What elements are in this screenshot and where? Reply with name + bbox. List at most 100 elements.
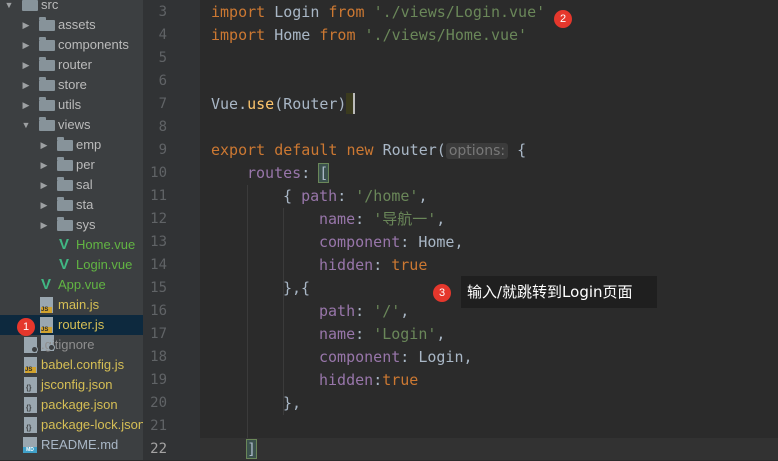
chevron-right-icon[interactable]: ▶	[20, 75, 32, 95]
chevron-right-icon[interactable]: ▶	[38, 135, 50, 155]
line-number: 17	[150, 326, 167, 342]
code-line-12: name: '导航一',	[319, 210, 446, 228]
folder-icon	[39, 17, 55, 31]
line-number: 21	[150, 418, 167, 434]
annotation-badge-1: 1	[17, 318, 35, 336]
markdown-file-icon	[23, 437, 37, 453]
tree-item-sal[interactable]: ▶ sal	[0, 175, 143, 195]
vue-file-icon: V	[41, 276, 52, 293]
code-line-13: component: Home,	[319, 233, 464, 251]
line-number: 10	[150, 165, 167, 181]
tree-item-emp[interactable]: ▶ emp	[0, 135, 143, 155]
parameter-hint: options:	[445, 143, 509, 159]
line-number: 5	[158, 50, 167, 66]
chevron-right-icon[interactable]: ▶	[38, 175, 50, 195]
line-number: 20	[150, 395, 167, 411]
tree-item-sta[interactable]: ▶ sta	[0, 195, 143, 215]
folder-icon	[57, 197, 73, 211]
line-number: 11	[150, 188, 167, 204]
folder-icon	[39, 97, 55, 111]
code-line-17: name: 'Login',	[319, 325, 446, 343]
tree-item-per[interactable]: ▶ per	[0, 155, 143, 175]
code-line-11: { path: '/home',	[283, 187, 428, 205]
tree-item-readme[interactable]: README.md	[0, 435, 143, 455]
tree-item-router[interactable]: ▶ router	[0, 55, 143, 75]
line-number: 12	[150, 211, 167, 227]
vue-file-icon: V	[59, 256, 70, 273]
code-line-22: ]	[245, 438, 258, 460]
annotation-badge-2: 2	[554, 10, 572, 28]
chevron-right-icon[interactable]: ▶	[20, 15, 32, 35]
tree-item-babel-config[interactable]: babel.config.js	[0, 355, 143, 375]
chevron-right-icon[interactable]: ▶	[20, 55, 32, 75]
chevron-right-icon[interactable]: ▶	[20, 35, 32, 55]
js-file-icon	[40, 317, 53, 333]
tree-item-jsconfig[interactable]: jsconfig.json	[0, 375, 143, 395]
tree-item-login-vue[interactable]: V Login.vue	[0, 255, 143, 275]
tree-item-utils[interactable]: ▶ utils	[0, 95, 143, 115]
chevron-right-icon[interactable]: ▶	[38, 215, 50, 235]
chevron-right-icon[interactable]: ▶	[38, 195, 50, 215]
line-number: 6	[158, 73, 167, 89]
code-line-18: component: Login,	[319, 348, 473, 366]
folder-icon	[39, 57, 55, 71]
folder-icon	[39, 37, 55, 51]
code-editor[interactable]: import Login from './views/Login.vue' im…	[200, 0, 778, 460]
text-cursor	[346, 93, 356, 114]
line-number: 8	[158, 119, 167, 135]
json-file-icon	[24, 417, 37, 433]
chevron-right-icon[interactable]: ▶	[38, 155, 50, 175]
code-line-7: Vue.use(Router)	[211, 93, 356, 116]
matched-bracket: ]	[245, 439, 258, 459]
js-file-icon	[40, 297, 53, 313]
code-line-3: import Login from './views/Login.vue'	[211, 3, 546, 21]
chevron-down-icon[interactable]: ▼	[20, 115, 32, 135]
tree-item-src[interactable]: ▼ src	[0, 0, 143, 15]
line-number: 7	[158, 96, 167, 112]
line-number: 9	[158, 142, 167, 158]
editor-gutter: 3 4 5 6 7 8 9 10 11 12 13 14 15 16 17 18…	[143, 0, 210, 460]
line-number: 14	[150, 257, 167, 273]
code-line-4: import Home from './views/Home.vue'	[211, 26, 528, 44]
json-file-icon	[24, 377, 37, 393]
code-line-20: },	[283, 394, 302, 412]
line-number: 3	[158, 4, 167, 20]
tree-item-app-vue[interactable]: V App.vue	[0, 275, 143, 295]
folder-icon	[39, 77, 55, 91]
chevron-down-icon[interactable]: ▼	[3, 0, 15, 15]
tree-item-sys[interactable]: ▶ sys	[0, 215, 143, 235]
folder-icon	[57, 177, 73, 191]
matched-bracket: [	[318, 163, 330, 183]
tree-item-components[interactable]: ▶ components	[0, 35, 143, 55]
tree-item-gitignore[interactable]: .gitignore	[0, 335, 143, 355]
tree-item-home-vue[interactable]: V Home.vue	[0, 235, 143, 255]
project-tree: ▼ src ▶ assets ▶ components ▶ router ▶ s…	[0, 0, 143, 460]
vue-file-icon: V	[59, 236, 70, 253]
tree-item-assets[interactable]: ▶ assets	[0, 15, 143, 35]
line-number-current: 22	[150, 441, 167, 457]
folder-icon	[57, 217, 73, 231]
js-file-icon	[24, 357, 37, 373]
indent-guide	[283, 208, 284, 415]
annotation-badge-3: 3	[433, 284, 451, 302]
folder-icon	[22, 0, 38, 11]
current-line-highlight	[200, 438, 778, 460]
line-number: 13	[150, 234, 167, 250]
annotation-callout: 输入/就跳转到Login页面	[461, 276, 657, 308]
folder-icon	[57, 157, 73, 171]
folder-icon	[57, 137, 73, 151]
line-number: 18	[150, 349, 167, 365]
code-line-16: path: '/',	[319, 302, 410, 320]
code-line-9: export default new Router(options: {	[211, 141, 527, 159]
code-line-19: hidden:true	[319, 371, 419, 389]
tree-item-views[interactable]: ▼ views	[0, 115, 143, 135]
folder-icon	[39, 117, 55, 131]
indent-guide	[247, 185, 248, 438]
chevron-right-icon[interactable]: ▶	[20, 95, 32, 115]
code-line-14: hidden: true	[319, 256, 428, 274]
code-line-10: routes: [	[247, 163, 330, 183]
tree-item-package-json[interactable]: package.json	[0, 395, 143, 415]
tree-item-package-lock[interactable]: package-lock.json	[0, 415, 143, 435]
tree-item-store[interactable]: ▶ store	[0, 75, 143, 95]
tree-item-main-js[interactable]: main.js	[0, 295, 143, 315]
